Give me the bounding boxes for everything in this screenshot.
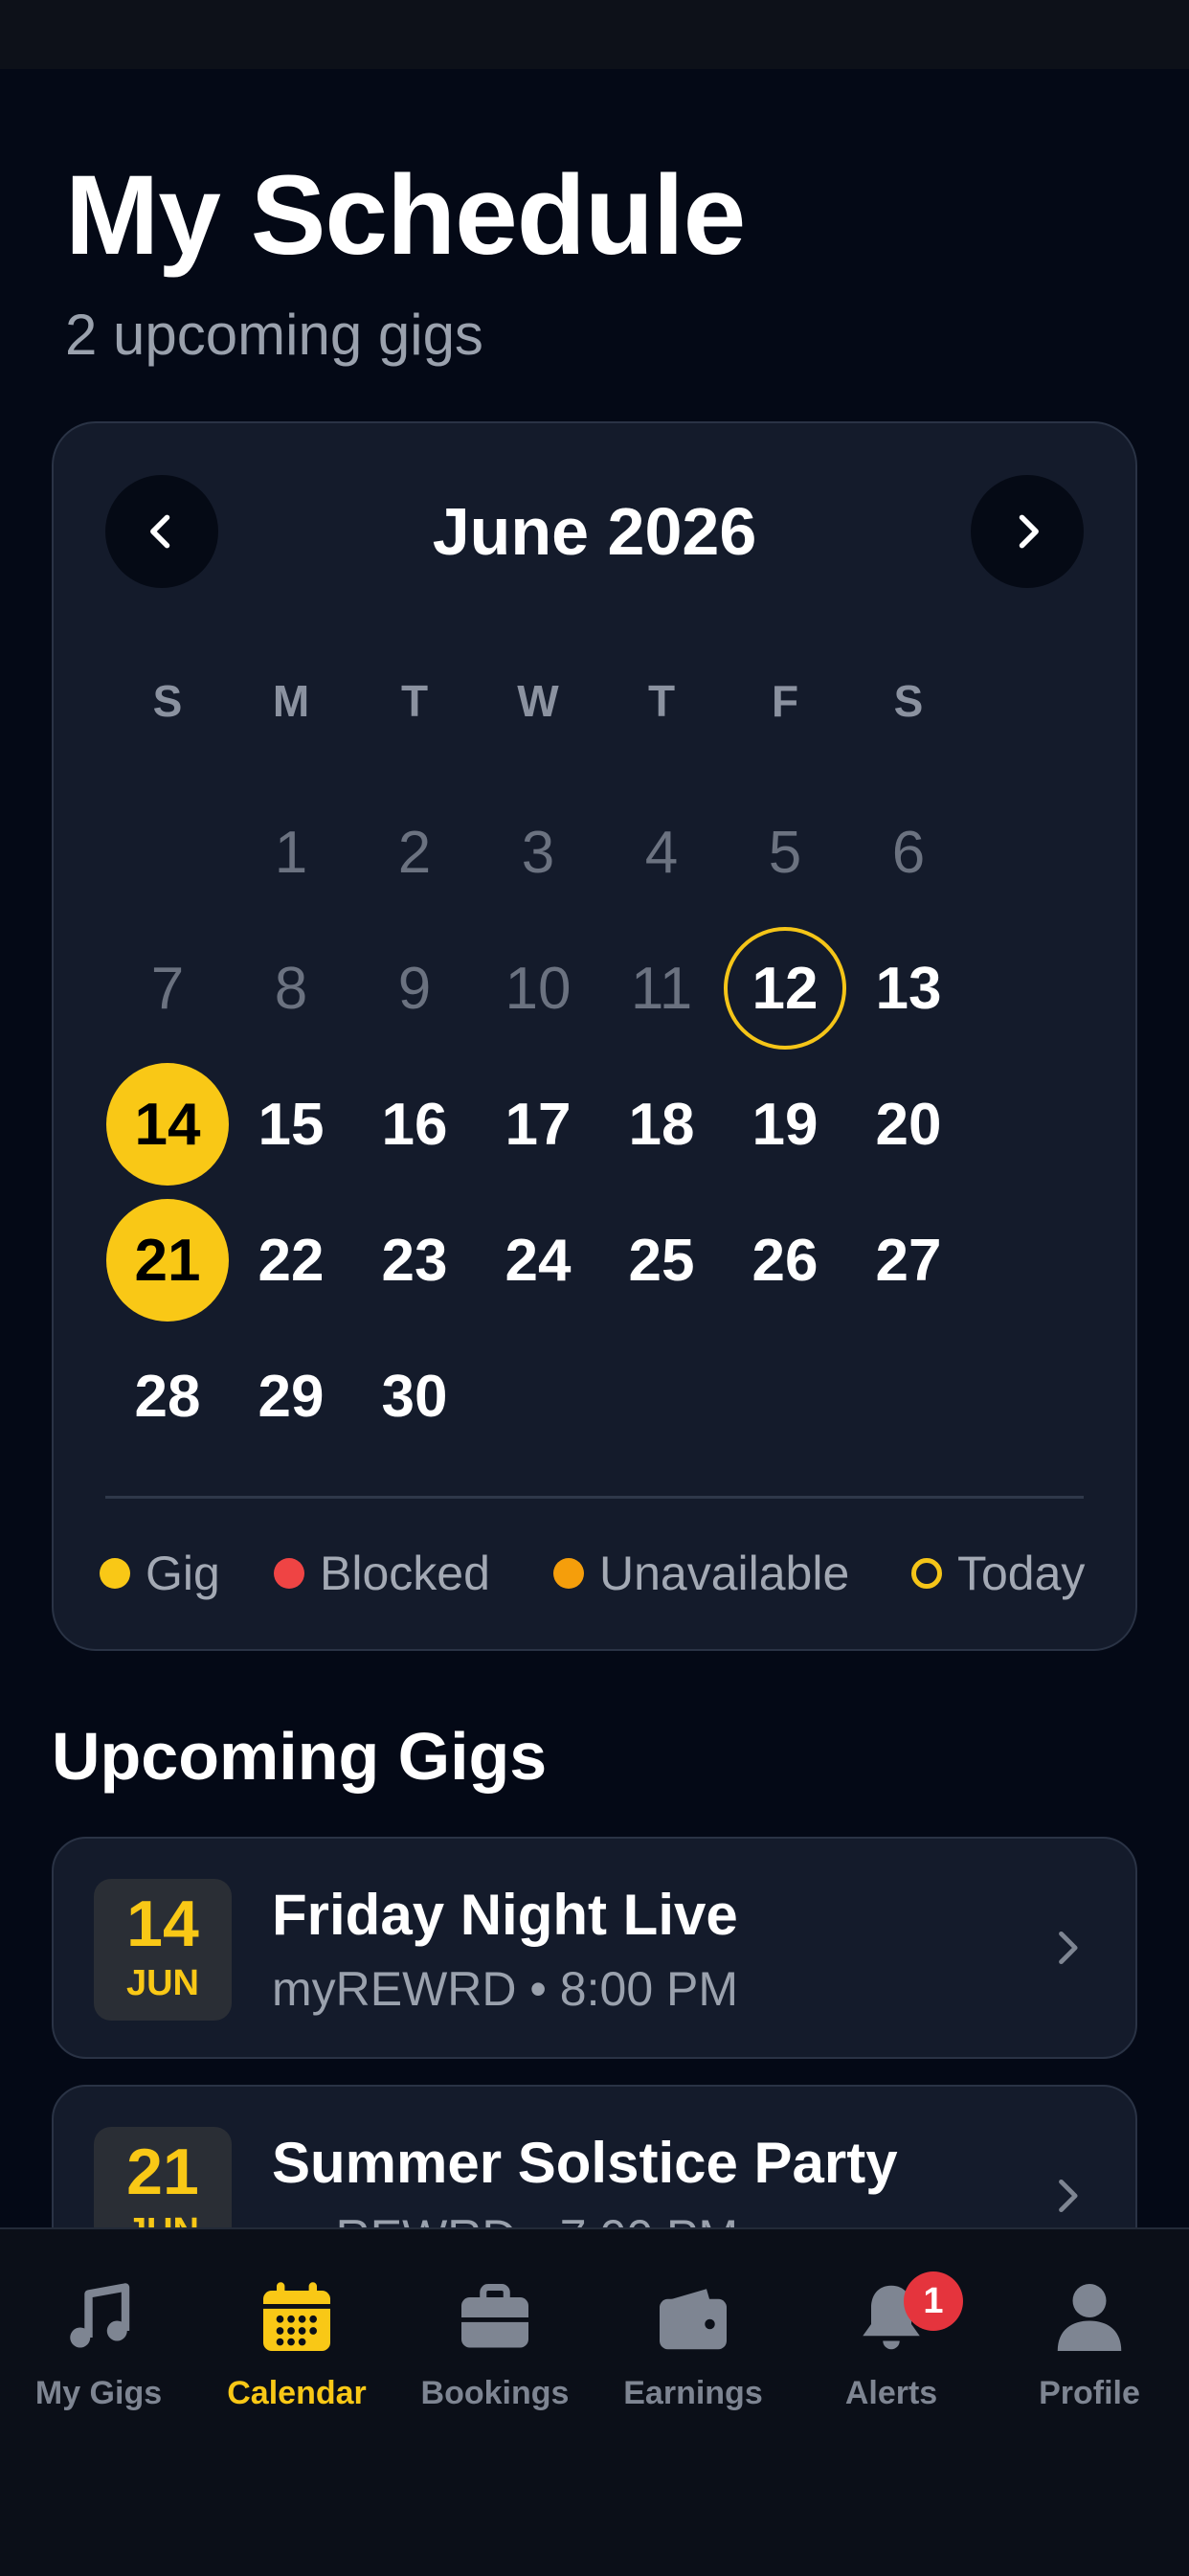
tab-bookings[interactable]: Bookings [396,2277,594,2412]
tab-calendar[interactable]: Calendar [198,2277,395,2412]
page-title: My Schedule [65,152,746,279]
legend-blocked-label: Blocked [320,1547,490,1600]
calendar-day[interactable]: 22 [230,1199,352,1322]
tab-label: Earnings [623,2375,763,2411]
calendar-day[interactable]: 2 [353,791,476,914]
weekday-label: W [517,676,559,726]
legend-gig: Gig [100,1540,220,1607]
tab-label: Profile [1039,2375,1140,2411]
tab-label: Alerts [844,2375,938,2411]
tab-label: Bookings [420,2375,570,2411]
page-subtitle: 2 upcoming gigs [65,303,483,367]
calendar-day[interactable]: 5 [724,791,846,914]
calendar-day[interactable]: 28 [106,1335,229,1457]
calendar-day[interactable]: 30 [353,1335,476,1457]
calendar-day-gig[interactable]: 14 [106,1063,229,1186]
status-bar [0,0,1189,69]
person-icon [1057,2284,1122,2351]
calendar-day[interactable]: 4 [600,791,723,914]
weekday-label: S [893,676,924,726]
calendar-day[interactable]: 19 [724,1063,846,1186]
calendar-day[interactable]: 17 [477,1063,599,1186]
calendar-day[interactable]: 10 [477,927,599,1050]
legend-today-label: Today [957,1547,1086,1600]
calendar-day[interactable]: 3 [477,791,599,914]
calendar-day[interactable]: 24 [477,1199,599,1322]
calendar-day[interactable]: 13 [847,927,970,1050]
tab-profile[interactable]: Profile [991,2277,1188,2412]
upcoming-gigs-heading: Upcoming Gigs [52,1719,548,1794]
calendar-day[interactable]: 7 [106,927,229,1050]
gig-date-day: 21 [126,2135,199,2208]
calendar-day[interactable]: 11 [600,927,723,1050]
gig-title: Friday Night Live [272,1883,738,1947]
gig-venue-time: myREWRD • 8:00 PM [272,1962,739,2016]
calendar-day-gig[interactable]: 21 [106,1199,229,1322]
calendar-day[interactable]: 25 [600,1199,723,1322]
legend-blocked: Blocked [274,1540,490,1607]
legend-unavailable-dot [553,1558,584,1589]
tab-earnings[interactable]: Earnings [594,2277,792,2412]
weekday-label: S [152,676,183,726]
legend-gig-label: Gig [146,1547,220,1600]
calendar-day[interactable]: 29 [230,1335,352,1457]
calendar-day[interactable]: 18 [600,1063,723,1186]
weekday-label: F [771,676,799,726]
wallet-icon [660,2289,727,2350]
legend-today: Today [911,1540,1085,1607]
weekday-label: T [647,676,676,726]
legend-unavailable: Unavailable [553,1540,849,1607]
gig-title: Summer Solstice Party [272,2131,898,2195]
calendar-day[interactable]: 6 [847,791,970,914]
legend-divider [105,1496,1084,1499]
tab-label: My Gigs [34,2375,163,2411]
calendar-day-today[interactable]: 12 [724,927,846,1050]
legend-gig-dot [100,1558,130,1589]
legend-today-dot [911,1558,942,1589]
tab-label: Calendar [227,2375,367,2411]
calendar-day[interactable]: 16 [353,1063,476,1186]
calendar-day[interactable]: 20 [847,1063,970,1186]
bottom-tab-bar: My Gigs Calendar Bookings Earnings 1 Ale… [0,2227,1189,2576]
legend-blocked-dot [274,1558,304,1589]
gig-date-day: 14 [126,1887,199,1960]
alerts-badge: 1 [904,2271,963,2331]
gig-date-month: JUN [125,1963,200,2003]
calendar-day[interactable]: 15 [230,1063,352,1186]
calendar-card: June 2026 S M T W T F S 1 2 3 4 5 6 7 8 9 10 11 12 1… [52,421,1137,1651]
music-note-icon [70,2283,130,2348]
chevron-right-icon [1059,1931,1078,1965]
chevron-right-icon [1059,2179,1078,2213]
next-month-button[interactable] [971,475,1084,588]
calendar-icon [263,2282,330,2351]
calendar-day[interactable]: 8 [230,927,352,1050]
legend-unavailable-label: Unavailable [599,1547,850,1600]
weekday-label: T [400,676,429,726]
calendar-day[interactable]: 1 [230,791,352,914]
gig-date-badge: 14 JUN [94,1879,232,2021]
weekday-label: M [272,676,310,726]
gig-card[interactable]: 14 JUN Friday Night Live myREWRD • 8:00 … [52,1837,1137,2059]
tab-my-gigs[interactable]: My Gigs [0,2277,197,2412]
calendar-day[interactable]: 26 [724,1199,846,1322]
tab-alerts[interactable]: 1 Alerts [793,2271,990,2412]
chevron-right-icon [1019,514,1039,549]
calendar-day[interactable]: 27 [847,1199,970,1322]
calendar-day[interactable]: 9 [353,927,476,1050]
briefcase-icon [461,2284,528,2348]
calendar-day[interactable]: 23 [353,1199,476,1322]
